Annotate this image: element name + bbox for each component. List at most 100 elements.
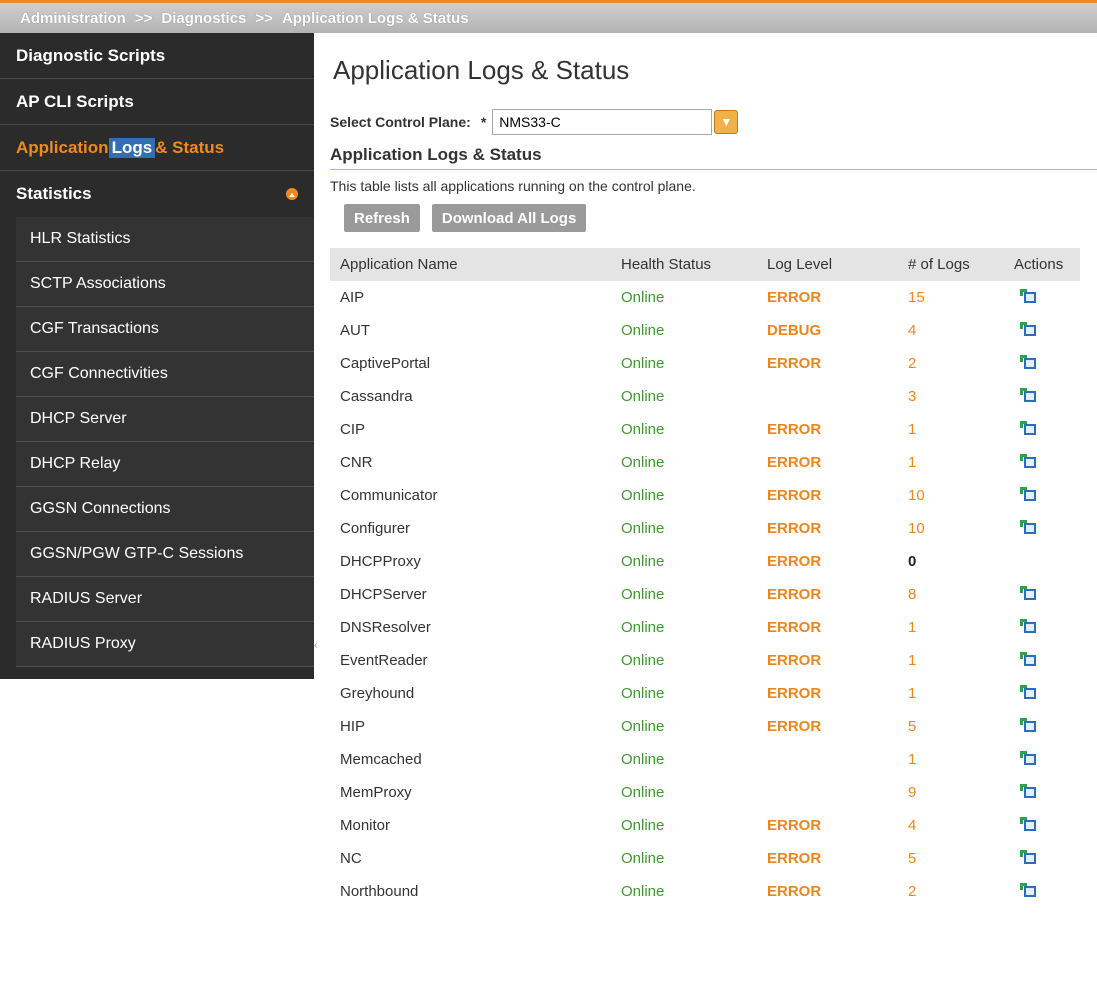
sidebar-subitem-label: HLR Statistics bbox=[30, 230, 131, 247]
sidebar-item-label-post: & Status bbox=[155, 137, 225, 157]
sidebar-subitem[interactable]: GGSN/PGW GTP-C Sessions bbox=[16, 532, 314, 577]
download-log-icon[interactable] bbox=[1020, 453, 1036, 468]
download-log-icon[interactable] bbox=[1020, 882, 1036, 897]
log-count-cell: 1 bbox=[908, 685, 917, 702]
sidebar-item-diagnostic-scripts[interactable]: Diagnostic Scripts bbox=[0, 33, 314, 79]
table-row: EventReader Online ERROR 1 bbox=[330, 644, 1080, 677]
sidebar-subitem[interactable]: DHCP Server bbox=[16, 397, 314, 442]
download-log-icon[interactable] bbox=[1020, 321, 1036, 336]
download-log-icon[interactable] bbox=[1020, 519, 1036, 534]
app-name-cell: CIP bbox=[340, 421, 366, 438]
sidebar-subitem[interactable]: RADIUS Proxy bbox=[16, 622, 314, 667]
health-status-cell: Online bbox=[621, 388, 665, 405]
control-plane-selector: Select Control Plane: * ▼ bbox=[330, 107, 1097, 137]
app-name-cell: Monitor bbox=[340, 817, 391, 834]
sidebar-subitem-label: CGF Connectivities bbox=[30, 365, 168, 382]
table-row: Northbound Online ERROR 2 bbox=[330, 875, 1080, 908]
download-log-icon[interactable] bbox=[1020, 849, 1036, 864]
sidebar-item-statistics[interactable]: Statistics bbox=[0, 171, 314, 217]
health-status-cell: Online bbox=[621, 685, 665, 702]
health-status-cell: Online bbox=[621, 586, 665, 603]
app-name-cell: AUT bbox=[340, 322, 370, 339]
sidebar-subitem[interactable]: CGF Connectivities bbox=[16, 352, 314, 397]
breadcrumb-diagnostics[interactable]: Diagnostics bbox=[161, 10, 246, 27]
app-name-cell: Memcached bbox=[340, 751, 422, 768]
refresh-button[interactable]: Refresh bbox=[344, 204, 420, 232]
download-all-logs-button[interactable]: Download All Logs bbox=[431, 204, 587, 232]
sidebar-subitem[interactable]: GGSN Connections bbox=[16, 487, 314, 532]
breadcrumb-administration[interactable]: Administration bbox=[20, 10, 126, 27]
log-level-cell: ERROR bbox=[767, 520, 822, 537]
actions-cell bbox=[1004, 809, 1080, 842]
log-level-cell bbox=[757, 743, 898, 776]
health-status-cell: Online bbox=[621, 751, 665, 768]
control-plane-input[interactable] bbox=[492, 109, 713, 135]
sidebar-subitem[interactable]: HLR Statistics bbox=[16, 217, 314, 262]
chevron-down-icon[interactable]: ▼ bbox=[714, 110, 739, 134]
download-log-icon[interactable] bbox=[1020, 354, 1036, 369]
page-title: Application Logs & Status bbox=[333, 55, 630, 85]
column-header-log-count[interactable]: # of Logs bbox=[898, 248, 1004, 281]
table-row: CaptivePortal Online ERROR 2 bbox=[330, 347, 1080, 380]
app-name-cell: MemProxy bbox=[340, 784, 412, 801]
download-log-icon[interactable] bbox=[1020, 420, 1036, 435]
table-header: Application Name Health Status Log Level… bbox=[330, 248, 1080, 281]
sidebar-item-ap-cli-scripts[interactable]: AP CLI Scripts bbox=[0, 79, 314, 125]
actions-cell bbox=[1004, 479, 1080, 512]
sidebar-item-application-logs-status[interactable]: Application Logs & Status bbox=[0, 125, 314, 171]
download-log-icon[interactable] bbox=[1020, 750, 1036, 765]
download-log-icon[interactable] bbox=[1020, 387, 1036, 402]
log-count-cell: 5 bbox=[908, 718, 917, 735]
actions-cell bbox=[1004, 743, 1080, 776]
sidebar: Diagnostic Scripts AP CLI Scripts Applic… bbox=[0, 33, 314, 679]
sidebar-subitem-label: DHCP Relay bbox=[30, 455, 121, 472]
download-log-icon[interactable] bbox=[1020, 717, 1036, 732]
sidebar-subitem-label: CGF Transactions bbox=[30, 320, 159, 337]
column-header-log-level[interactable]: Log Level bbox=[757, 248, 898, 281]
table-description: This table lists all applications runnin… bbox=[330, 178, 696, 194]
download-log-icon[interactable] bbox=[1020, 684, 1036, 699]
log-count-cell: 15 bbox=[908, 289, 925, 306]
column-header-health-status[interactable]: Health Status bbox=[611, 248, 757, 281]
table-row: Monitor Online ERROR 4 bbox=[330, 809, 1080, 842]
health-status-cell: Online bbox=[621, 487, 665, 504]
collapse-icon[interactable] bbox=[286, 188, 298, 200]
health-status-cell: Online bbox=[621, 520, 665, 537]
table-row: DNSResolver Online ERROR 1 bbox=[330, 611, 1080, 644]
download-log-icon[interactable] bbox=[1020, 486, 1036, 501]
sidebar-subitem[interactable]: RADIUS Server bbox=[16, 577, 314, 622]
app-name-cell: Communicator bbox=[340, 487, 438, 504]
health-status-cell: Online bbox=[621, 322, 665, 339]
sidebar-subitem[interactable]: CGF Transactions bbox=[16, 307, 314, 352]
actions-cell bbox=[1004, 545, 1080, 578]
download-log-icon[interactable] bbox=[1020, 783, 1036, 798]
download-log-icon[interactable] bbox=[1020, 816, 1036, 831]
actions-cell bbox=[1004, 842, 1080, 875]
sidebar-subitem[interactable]: DHCP Relay bbox=[16, 442, 314, 487]
log-level-cell bbox=[757, 776, 898, 809]
download-log-icon[interactable] bbox=[1020, 618, 1036, 633]
table-row: Cassandra Online 3 bbox=[330, 380, 1080, 413]
download-log-icon[interactable] bbox=[1020, 651, 1036, 666]
download-log-icon[interactable] bbox=[1020, 288, 1036, 303]
sidebar-subitem[interactable]: SCTP Associations bbox=[16, 262, 314, 307]
log-level-cell: ERROR bbox=[767, 553, 822, 570]
breadcrumb-separator: >> bbox=[255, 9, 273, 27]
health-status-cell: Online bbox=[621, 289, 665, 306]
table-row: MemProxy Online 9 bbox=[330, 776, 1080, 809]
log-level-cell: ERROR bbox=[767, 454, 822, 471]
sidebar-subitem-label: RADIUS Proxy bbox=[30, 635, 136, 652]
column-header-application-name[interactable]: Application Name bbox=[330, 248, 611, 281]
table-row: AIP Online ERROR 15 bbox=[330, 281, 1080, 314]
sidebar-splitter-handle[interactable]: ‹ bbox=[314, 640, 317, 670]
log-level-cell: ERROR bbox=[767, 817, 822, 834]
download-log-icon[interactable] bbox=[1020, 585, 1036, 600]
app-name-cell: EventReader bbox=[340, 652, 428, 669]
actions-cell bbox=[1004, 380, 1080, 413]
health-status-cell: Online bbox=[621, 850, 665, 867]
sidebar-subitem-label: GGSN Connections bbox=[30, 500, 171, 517]
actions-cell bbox=[1004, 281, 1080, 314]
actions-cell bbox=[1004, 512, 1080, 545]
health-status-cell: Online bbox=[621, 652, 665, 669]
app-name-cell: AIP bbox=[340, 289, 365, 306]
